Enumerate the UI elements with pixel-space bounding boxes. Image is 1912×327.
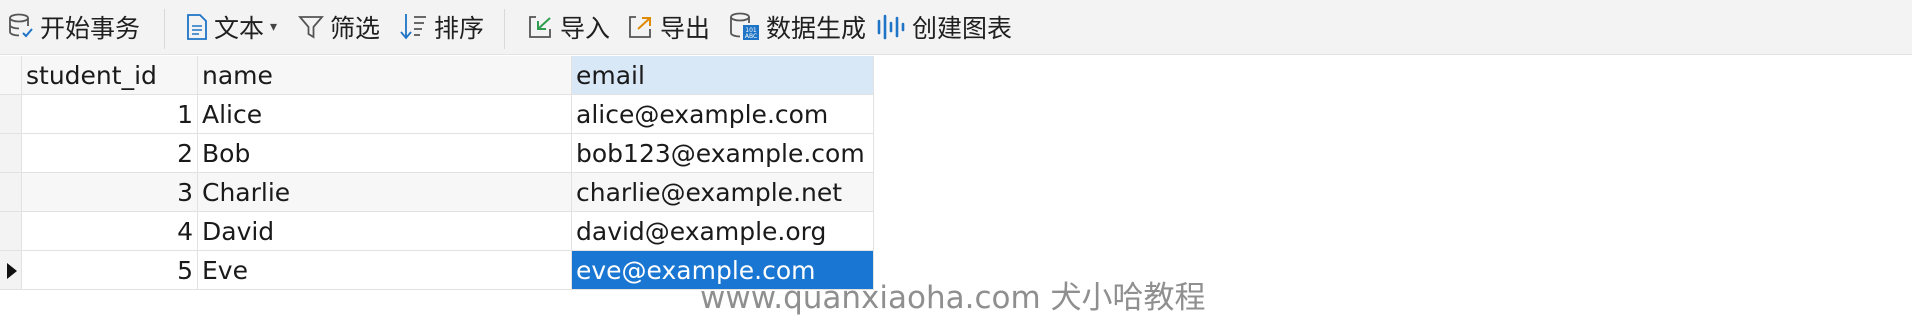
cell-student-id[interactable]: 2 bbox=[22, 134, 198, 173]
begin-transaction-label: 开始事务 bbox=[40, 14, 141, 43]
toolbar-divider bbox=[504, 9, 505, 49]
table-row[interactable]: 2 Bob bob123@example.com bbox=[0, 134, 874, 173]
filter-icon bbox=[298, 16, 324, 39]
begin-transaction-button[interactable]: 开始事务 bbox=[8, 9, 140, 45]
generate-data-button[interactable]: 101 ABC 数据生成 bbox=[728, 9, 866, 45]
column-header-name[interactable]: name bbox=[198, 56, 572, 95]
chart-icon bbox=[877, 14, 905, 40]
document-icon bbox=[187, 14, 207, 40]
database-icon bbox=[9, 13, 33, 38]
row-indicator[interactable] bbox=[0, 212, 22, 251]
row-indicator[interactable] bbox=[0, 251, 22, 290]
cell-name[interactable]: Bob bbox=[198, 134, 572, 173]
data-generation-icon: 101 ABC bbox=[730, 12, 759, 40]
import-button[interactable]: 导入 bbox=[526, 9, 610, 45]
cell-email[interactable]: charlie@example.net bbox=[572, 173, 874, 212]
cell-email[interactable]: david@example.org bbox=[572, 212, 874, 251]
filter-button[interactable]: 筛选 bbox=[298, 9, 380, 45]
table-row[interactable]: 1 Alice alice@example.com bbox=[0, 95, 874, 134]
import-label: 导入 bbox=[560, 14, 611, 43]
table-row[interactable]: 3 Charlie charlie@example.net bbox=[0, 173, 874, 212]
svg-text:ABC: ABC bbox=[745, 33, 757, 40]
cell-email[interactable]: alice@example.com bbox=[572, 95, 874, 134]
export-button[interactable]: 导出 bbox=[626, 9, 710, 45]
text-button[interactable]: 文本 ▾ bbox=[186, 9, 277, 45]
filter-label: 筛选 bbox=[330, 14, 381, 43]
cell-student-id[interactable]: 1 bbox=[22, 95, 198, 134]
cell-name[interactable]: Alice bbox=[198, 95, 572, 134]
cell-email[interactable]: bob123@example.com bbox=[572, 134, 874, 173]
cell-student-id[interactable]: 3 bbox=[22, 173, 198, 212]
watermark: www.quanxiaoha.com 犬小哈教程 bbox=[700, 280, 1206, 316]
sort-icon bbox=[400, 14, 426, 40]
row-indicator[interactable] bbox=[0, 95, 22, 134]
row-indicator[interactable] bbox=[0, 134, 22, 173]
sort-label: 排序 bbox=[434, 14, 485, 43]
row-indicator[interactable] bbox=[0, 173, 22, 212]
table-row[interactable]: 4 David david@example.org bbox=[0, 212, 874, 251]
cell-name[interactable]: Eve bbox=[198, 251, 572, 290]
cell-name[interactable]: David bbox=[198, 212, 572, 251]
generate-data-label: 数据生成 bbox=[766, 14, 867, 43]
cell-student-id[interactable]: 4 bbox=[22, 212, 198, 251]
text-label: 文本 bbox=[214, 14, 265, 43]
create-chart-label: 创建图表 bbox=[912, 14, 1013, 43]
cell-name[interactable]: Charlie bbox=[198, 173, 572, 212]
header-row: student_id name email bbox=[0, 56, 874, 95]
column-header-email[interactable]: email bbox=[572, 56, 874, 95]
current-row-arrow-icon bbox=[7, 263, 17, 279]
column-header-student-id[interactable]: student_id bbox=[22, 56, 198, 95]
chevron-down-icon: ▾ bbox=[270, 19, 278, 35]
import-icon bbox=[529, 16, 551, 38]
export-icon bbox=[629, 16, 651, 38]
cell-student-id[interactable]: 5 bbox=[22, 251, 198, 290]
row-indicator-header bbox=[0, 56, 22, 95]
export-label: 导出 bbox=[660, 14, 711, 43]
create-chart-button[interactable]: 创建图表 bbox=[876, 9, 1012, 45]
sort-button[interactable]: 排序 bbox=[400, 9, 484, 45]
toolbar-divider bbox=[164, 9, 165, 49]
toolbar: 开始事务 文本 ▾ 筛选 排序 导入 导出 101 ABC 数据生成 创建图表 bbox=[0, 0, 1912, 55]
